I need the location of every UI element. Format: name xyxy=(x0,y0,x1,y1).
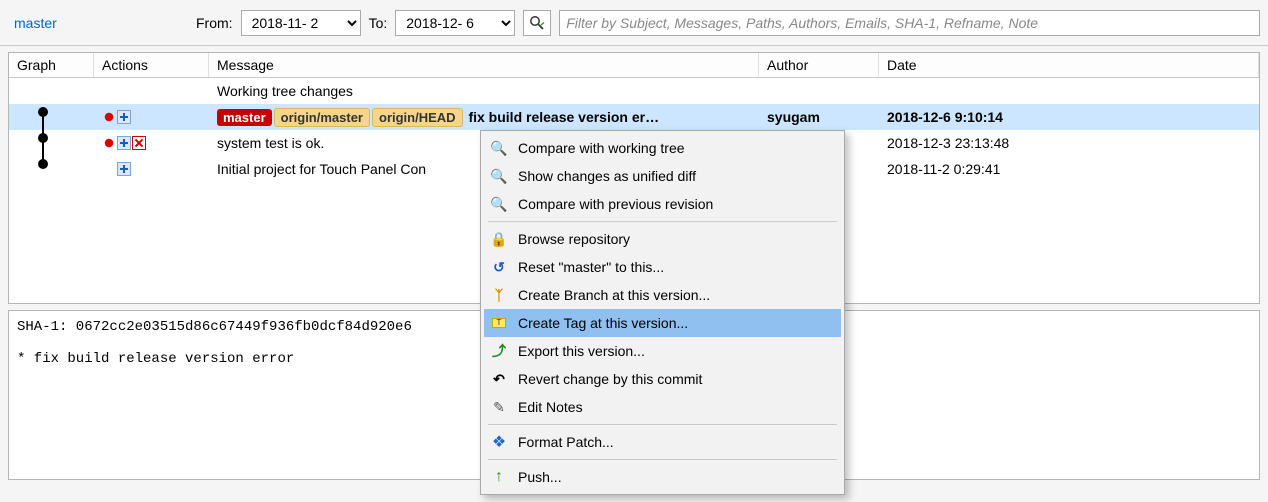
push-icon: ↑ xyxy=(490,468,508,486)
ref-badge: origin/HEAD xyxy=(372,108,463,127)
actions-cell xyxy=(94,160,209,178)
actions-cell xyxy=(94,134,209,152)
header-author[interactable]: Author xyxy=(759,53,879,77)
add-icon xyxy=(117,162,131,176)
commit-author: syugam xyxy=(759,107,879,127)
commit-row[interactable]: masterorigin/masterorigin/HEAD fix build… xyxy=(9,104,1259,130)
menu-item-label: Push... xyxy=(518,469,831,485)
menu-item[interactable]: ᛉ Create Branch at this version... xyxy=(484,281,841,309)
menu-item-label: Compare with previous revision xyxy=(518,196,831,212)
menu-item[interactable]: ↶ Revert change by this commit xyxy=(484,365,841,393)
menu-item[interactable]: ⤴ Export this version... xyxy=(484,337,841,365)
delete-icon xyxy=(132,136,146,150)
menu-item-label: Create Branch at this version... xyxy=(518,287,831,303)
export-icon: ⤴ xyxy=(490,342,508,360)
browse-icon: 🔒 xyxy=(490,230,508,248)
ref-badge: master xyxy=(217,109,272,126)
menu-item[interactable]: 🔍 Compare with working tree xyxy=(484,134,841,162)
details-sha-line: SHA-1: 0672cc2e03515d86c67449f936fb0dcf8… xyxy=(17,319,412,335)
working-tree-label: Working tree changes xyxy=(209,81,759,101)
from-label: From: xyxy=(196,15,233,31)
add-icon xyxy=(117,110,131,124)
menu-separator xyxy=(488,221,837,222)
branch-link[interactable]: master xyxy=(8,13,188,33)
commit-message: masterorigin/masterorigin/HEAD fix build… xyxy=(209,106,759,129)
menu-item-label: Compare with working tree xyxy=(518,140,831,156)
menu-separator xyxy=(488,459,837,460)
branch-icon: ᛉ xyxy=(490,286,508,304)
magnifier-icon: 🔍 xyxy=(490,139,508,157)
menu-item-label: Browse repository xyxy=(518,231,831,247)
filter-input[interactable] xyxy=(559,10,1260,36)
menu-item-label: Export this version... xyxy=(518,343,831,359)
spacer-icon xyxy=(102,162,116,176)
menu-item-label: Edit Notes xyxy=(518,399,831,415)
working-tree-row[interactable]: Working tree changes xyxy=(9,78,1259,104)
ref-badge: origin/master xyxy=(274,108,370,127)
edit-icon: ✎ xyxy=(490,398,508,416)
menu-item[interactable]: 🔍 Compare with previous revision xyxy=(484,190,841,218)
menu-item-label: Revert change by this commit xyxy=(518,371,831,387)
from-date-select[interactable]: 2018-11- 2 xyxy=(241,10,361,36)
tag-icon: T xyxy=(490,314,508,332)
menu-item[interactable]: 🔍 Show changes as unified diff xyxy=(484,162,841,190)
to-label: To: xyxy=(369,15,388,31)
commit-date: 2018-11-2 0:29:41 xyxy=(879,159,1259,179)
context-menu: 🔍 Compare with working tree 🔍 Show changes … xyxy=(480,130,845,495)
header-graph[interactable]: Graph xyxy=(9,53,94,77)
warning-icon xyxy=(102,110,116,124)
menu-item-label: Create Tag at this version... xyxy=(518,315,831,331)
actions-cell xyxy=(94,108,209,126)
magnifier-icon: 🔍 xyxy=(490,167,508,185)
details-message-line: * fix build release version error xyxy=(17,351,294,367)
menu-separator xyxy=(488,424,837,425)
undo-icon: ↺ xyxy=(490,258,508,276)
revert-icon: ↶ xyxy=(490,370,508,388)
to-date-select[interactable]: 2018-12- 6 xyxy=(395,10,515,36)
warning-icon xyxy=(102,136,116,150)
header-message[interactable]: Message xyxy=(209,53,759,77)
menu-item-label: Format Patch... xyxy=(518,434,831,450)
add-icon xyxy=(117,136,131,150)
app-window: master From: 2018-11- 2 To: 2018-12- 6 G… xyxy=(0,0,1268,502)
menu-item-label: Show changes as unified diff xyxy=(518,168,831,184)
menu-item[interactable]: ↺ Reset "master" to this... xyxy=(484,253,841,281)
menu-item[interactable]: ✎ Edit Notes xyxy=(484,393,841,421)
menu-item[interactable]: 🔒 Browse repository xyxy=(484,225,841,253)
menu-item-label: Reset "master" to this... xyxy=(518,259,831,275)
menu-item[interactable]: ↑ Push... xyxy=(484,463,841,491)
magnifier-icon: 🔍 xyxy=(490,195,508,213)
magnifier-icon xyxy=(529,15,545,31)
header-date[interactable]: Date xyxy=(879,53,1259,77)
menu-item[interactable]: ❖ Format Patch... xyxy=(484,428,841,456)
search-button[interactable] xyxy=(523,10,551,36)
toolbar: master From: 2018-11- 2 To: 2018-12- 6 xyxy=(0,0,1268,46)
patch-icon: ❖ xyxy=(490,433,508,451)
header-actions[interactable]: Actions xyxy=(94,53,209,77)
commit-date: 2018-12-3 23:13:48 xyxy=(879,133,1259,153)
commit-date: 2018-12-6 9:10:14 xyxy=(879,107,1259,127)
commit-list-header: Graph Actions Message Author Date xyxy=(9,53,1259,78)
menu-item[interactable]: T Create Tag at this version... xyxy=(484,309,841,337)
